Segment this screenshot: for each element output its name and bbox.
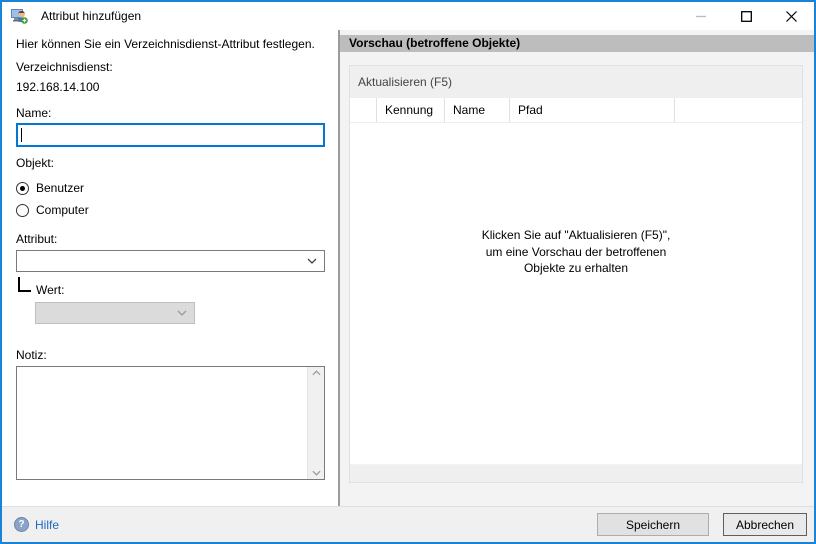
column-header-name[interactable]: Name — [444, 98, 509, 122]
value-dropdown — [35, 302, 195, 324]
table-body: Klicken Sie auf "Aktualisieren (F5)", um… — [350, 123, 802, 464]
window-controls — [679, 2, 814, 30]
preview-header: Vorschau (betroffene Objekte) — [340, 35, 814, 52]
save-button[interactable]: Speichern — [597, 513, 709, 536]
scroll-down-icon[interactable] — [312, 470, 321, 476]
maximize-button[interactable] — [724, 2, 769, 30]
attribute-dropdown[interactable] — [16, 250, 325, 272]
object-label: Objekt: — [16, 156, 54, 170]
preview-panel: Aktualisieren (F5) Kennung Name Pfad Kli… — [349, 65, 803, 483]
help-link[interactable]: ? Hilfe — [14, 517, 59, 532]
refresh-command[interactable]: Aktualisieren (F5) — [350, 66, 802, 98]
name-label: Name: — [16, 106, 51, 120]
title-bar: Attribut hinzufügen — [2, 2, 814, 30]
table-column-headers: Kennung Name Pfad — [350, 98, 802, 123]
empty-message-line1: Klicken Sie auf "Aktualisieren (F5)", — [350, 227, 802, 244]
column-header-spacer — [350, 98, 376, 122]
intro-text: Hier können Sie ein Verzeichnisdienst-At… — [16, 37, 315, 51]
radio-benutzer-label: Benutzer — [36, 181, 84, 195]
text-caret — [21, 128, 22, 142]
radio-computer-label: Computer — [36, 203, 89, 217]
minimize-button[interactable] — [679, 2, 724, 30]
column-header-rest — [674, 98, 802, 122]
value-connector-line — [18, 277, 31, 292]
name-input[interactable] — [16, 123, 325, 147]
radio-benutzer[interactable]: Benutzer — [16, 181, 84, 195]
directory-service-label: Verzeichnisdienst: — [16, 60, 113, 74]
scroll-up-icon[interactable] — [312, 370, 321, 376]
form-panel: Hier können Sie ein Verzeichnisdienst-At… — [2, 30, 340, 506]
close-button[interactable] — [769, 2, 814, 30]
preview-area: Vorschau (betroffene Objekte) Aktualisie… — [340, 30, 814, 506]
column-header-kennung[interactable]: Kennung — [376, 98, 444, 122]
directory-service-value: 192.168.14.100 — [16, 80, 99, 94]
column-header-pfad[interactable]: Pfad — [509, 98, 674, 122]
window-title: Attribut hinzufügen — [41, 9, 141, 23]
app-icon — [11, 8, 28, 24]
empty-preview-message: Klicken Sie auf "Aktualisieren (F5)", um… — [350, 227, 802, 277]
radio-computer[interactable]: Computer — [16, 203, 89, 217]
empty-message-line2: um eine Vorschau der betroffenen — [350, 244, 802, 261]
empty-message-line3: Objekte zu erhalten — [350, 260, 802, 277]
help-label: Hilfe — [35, 518, 59, 532]
attribute-label: Attribut: — [16, 232, 57, 246]
minimize-icon — [696, 11, 707, 22]
chevron-down-icon — [307, 258, 317, 264]
dialog-attribut-hinzufuegen: Attribut hinzufügen Hier können Sie ein … — [0, 0, 816, 544]
panel-bottom-strip — [350, 464, 802, 482]
note-text-content[interactable] — [17, 367, 307, 479]
note-textarea[interactable] — [16, 366, 325, 480]
maximize-icon — [741, 11, 752, 22]
main-area: Hier können Sie ein Verzeichnisdienst-At… — [2, 30, 814, 506]
value-label: Wert: — [36, 283, 64, 297]
close-icon — [786, 11, 797, 22]
note-scrollbar[interactable] — [307, 367, 324, 479]
help-icon: ? — [14, 517, 29, 532]
footer: ? Hilfe Speichern Abbrechen — [2, 506, 814, 542]
radio-computer-circle[interactable] — [16, 204, 29, 217]
note-label: Notiz: — [16, 348, 47, 362]
chevron-down-icon — [177, 310, 187, 316]
cancel-button[interactable]: Abbrechen — [723, 513, 807, 536]
radio-benutzer-circle[interactable] — [16, 182, 29, 195]
